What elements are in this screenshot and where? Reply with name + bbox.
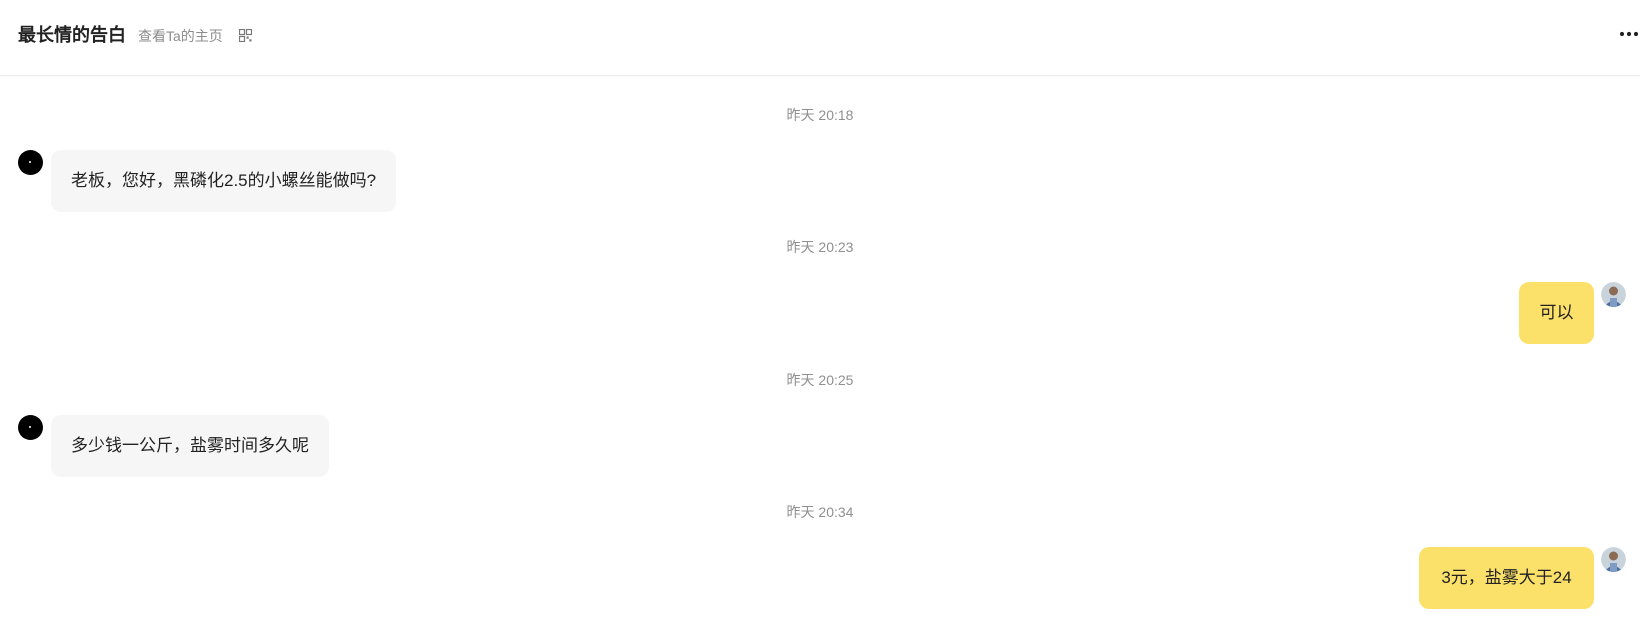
message-timestamp: 昨天 20:25 [786,372,854,388]
view-profile-link[interactable]: 查看Ta的主页 [138,26,223,46]
contact-avatar[interactable] [18,415,43,440]
chat-title: 最长情的告白 [18,25,126,45]
my-avatar[interactable] [1601,282,1626,307]
outgoing-message-bubble: 3元，盐雾大于24 [1419,547,1594,609]
message-timestamp: 昨天 20:34 [786,504,854,520]
outgoing-message-bubble: 可以 [1519,282,1594,344]
message-timestamp: 昨天 20:23 [786,239,854,255]
qr-code-icon[interactable] [239,29,252,42]
more-horizontal-icon[interactable] [1618,24,1640,44]
message-timestamp: 昨天 20:18 [786,107,854,123]
incoming-message-bubble: 老板，您好，黑磷化2.5的小螺丝能做吗? [51,150,397,212]
my-avatar[interactable] [1601,547,1626,572]
incoming-message-bubble: 多少钱一公斤，盐雾时间多久呢 [51,415,329,477]
chat-header: 最长情的告白 查看Ta的主页 [0,0,1640,76]
contact-avatar[interactable] [18,150,43,175]
